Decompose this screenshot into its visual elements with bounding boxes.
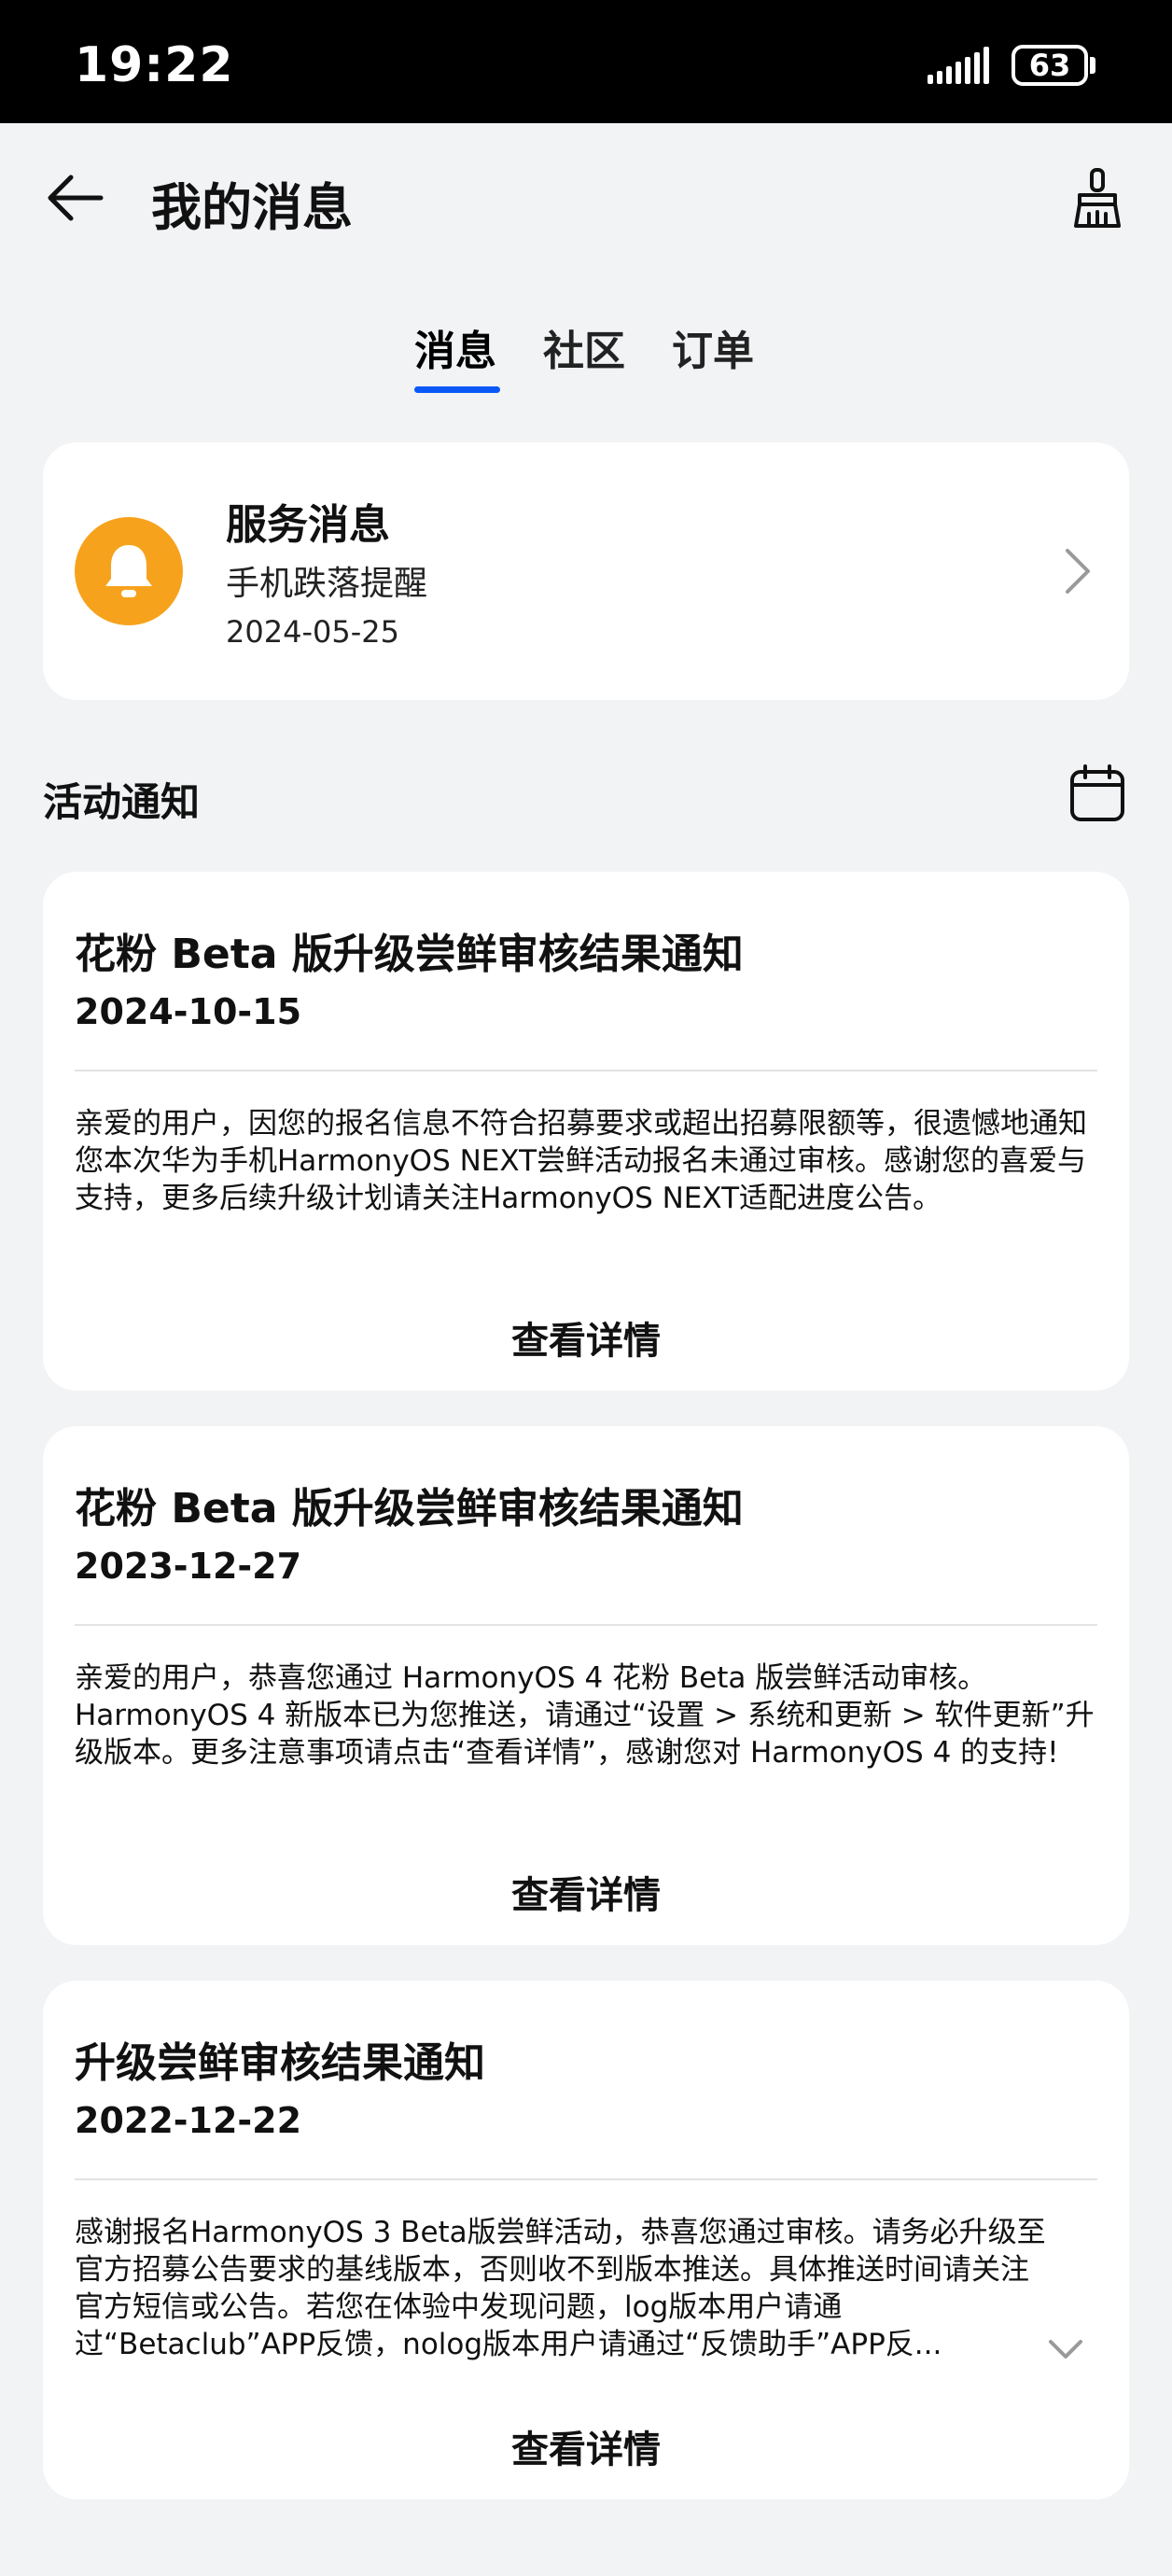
tab-bar: 消息 社区 订单 [0, 317, 1172, 401]
divider [75, 2178, 1097, 2180]
calendar-button[interactable] [1064, 760, 1131, 827]
service-date: 2024-05-25 [226, 614, 399, 650]
status-bar: 19:22 63 [0, 0, 1172, 123]
view-details-button[interactable]: 查看详情 [43, 2419, 1129, 2473]
tab-orders[interactable]: 订单 [672, 317, 754, 377]
signal-icon [928, 47, 989, 84]
notice-date: 2022-12-22 [75, 2100, 302, 2141]
notice-body: 亲爱的用户，因您的报名信息不符合招募要求或超出招募限额等，很遗憾地通知您本次华为… [75, 1107, 1087, 1215]
clear-messages-button[interactable] [1064, 164, 1131, 231]
tab-messages[interactable]: 消息 [414, 317, 496, 377]
notice-date: 2024-10-15 [75, 991, 302, 1032]
section-title: 活动通知 [43, 779, 201, 825]
tab-community[interactable]: 社区 [543, 317, 625, 377]
service-subtitle: 手机跌落提醒 [226, 565, 428, 603]
service-title: 服务消息 [226, 501, 390, 549]
calendar-icon [1070, 764, 1124, 821]
chevron-down-icon[interactable] [1045, 2335, 1086, 2363]
active-tab-indicator [414, 386, 500, 393]
divider [75, 1624, 1097, 1626]
clean-brush-icon [1074, 168, 1121, 228]
notice-body: 感谢报名HarmonyOS 3 Beta版尝鲜活动，恭喜您通过审核。请务必升级至… [75, 2216, 1046, 2361]
activity-notice-card[interactable]: 花粉 Beta 版升级尝鲜审核结果通知 2024-10-15 亲爱的用户，因您的… [43, 872, 1129, 1391]
status-time: 19:22 [75, 37, 234, 93]
notice-title: 花粉 Beta 版升级尝鲜审核结果通知 [75, 931, 744, 978]
activity-notice-card[interactable]: 升级尝鲜审核结果通知 2022-12-22 感谢报名HarmonyOS 3 Be… [43, 1981, 1129, 2499]
back-arrow-icon [48, 175, 104, 221]
view-details-button[interactable]: 查看详情 [43, 1865, 1129, 1919]
notice-title: 升级尝鲜审核结果通知 [75, 2039, 485, 2087]
page-title: 我的消息 [151, 178, 353, 237]
divider [75, 1070, 1097, 1071]
notice-date: 2023-12-27 [75, 1546, 302, 1587]
battery-level: 63 [1028, 48, 1071, 83]
notice-body: 亲爱的用户，恭喜您通过 HarmonyOS 4 花粉 Beta 版尝鲜活动审核。… [75, 1661, 1095, 1770]
back-button[interactable] [41, 164, 108, 231]
service-message-card[interactable]: 服务消息 手机跌落提醒 2024-05-25 [43, 442, 1129, 700]
chevron-right-icon [1066, 549, 1090, 594]
bell-icon [105, 545, 152, 597]
view-details-button[interactable]: 查看详情 [43, 1310, 1129, 1365]
battery-icon: 63 [1012, 45, 1095, 86]
bell-badge [75, 517, 183, 625]
notice-title: 花粉 Beta 版升级尝鲜审核结果通知 [75, 1485, 744, 1533]
activity-notice-card[interactable]: 花粉 Beta 版升级尝鲜审核结果通知 2023-12-27 亲爱的用户，恭喜您… [43, 1426, 1129, 1945]
